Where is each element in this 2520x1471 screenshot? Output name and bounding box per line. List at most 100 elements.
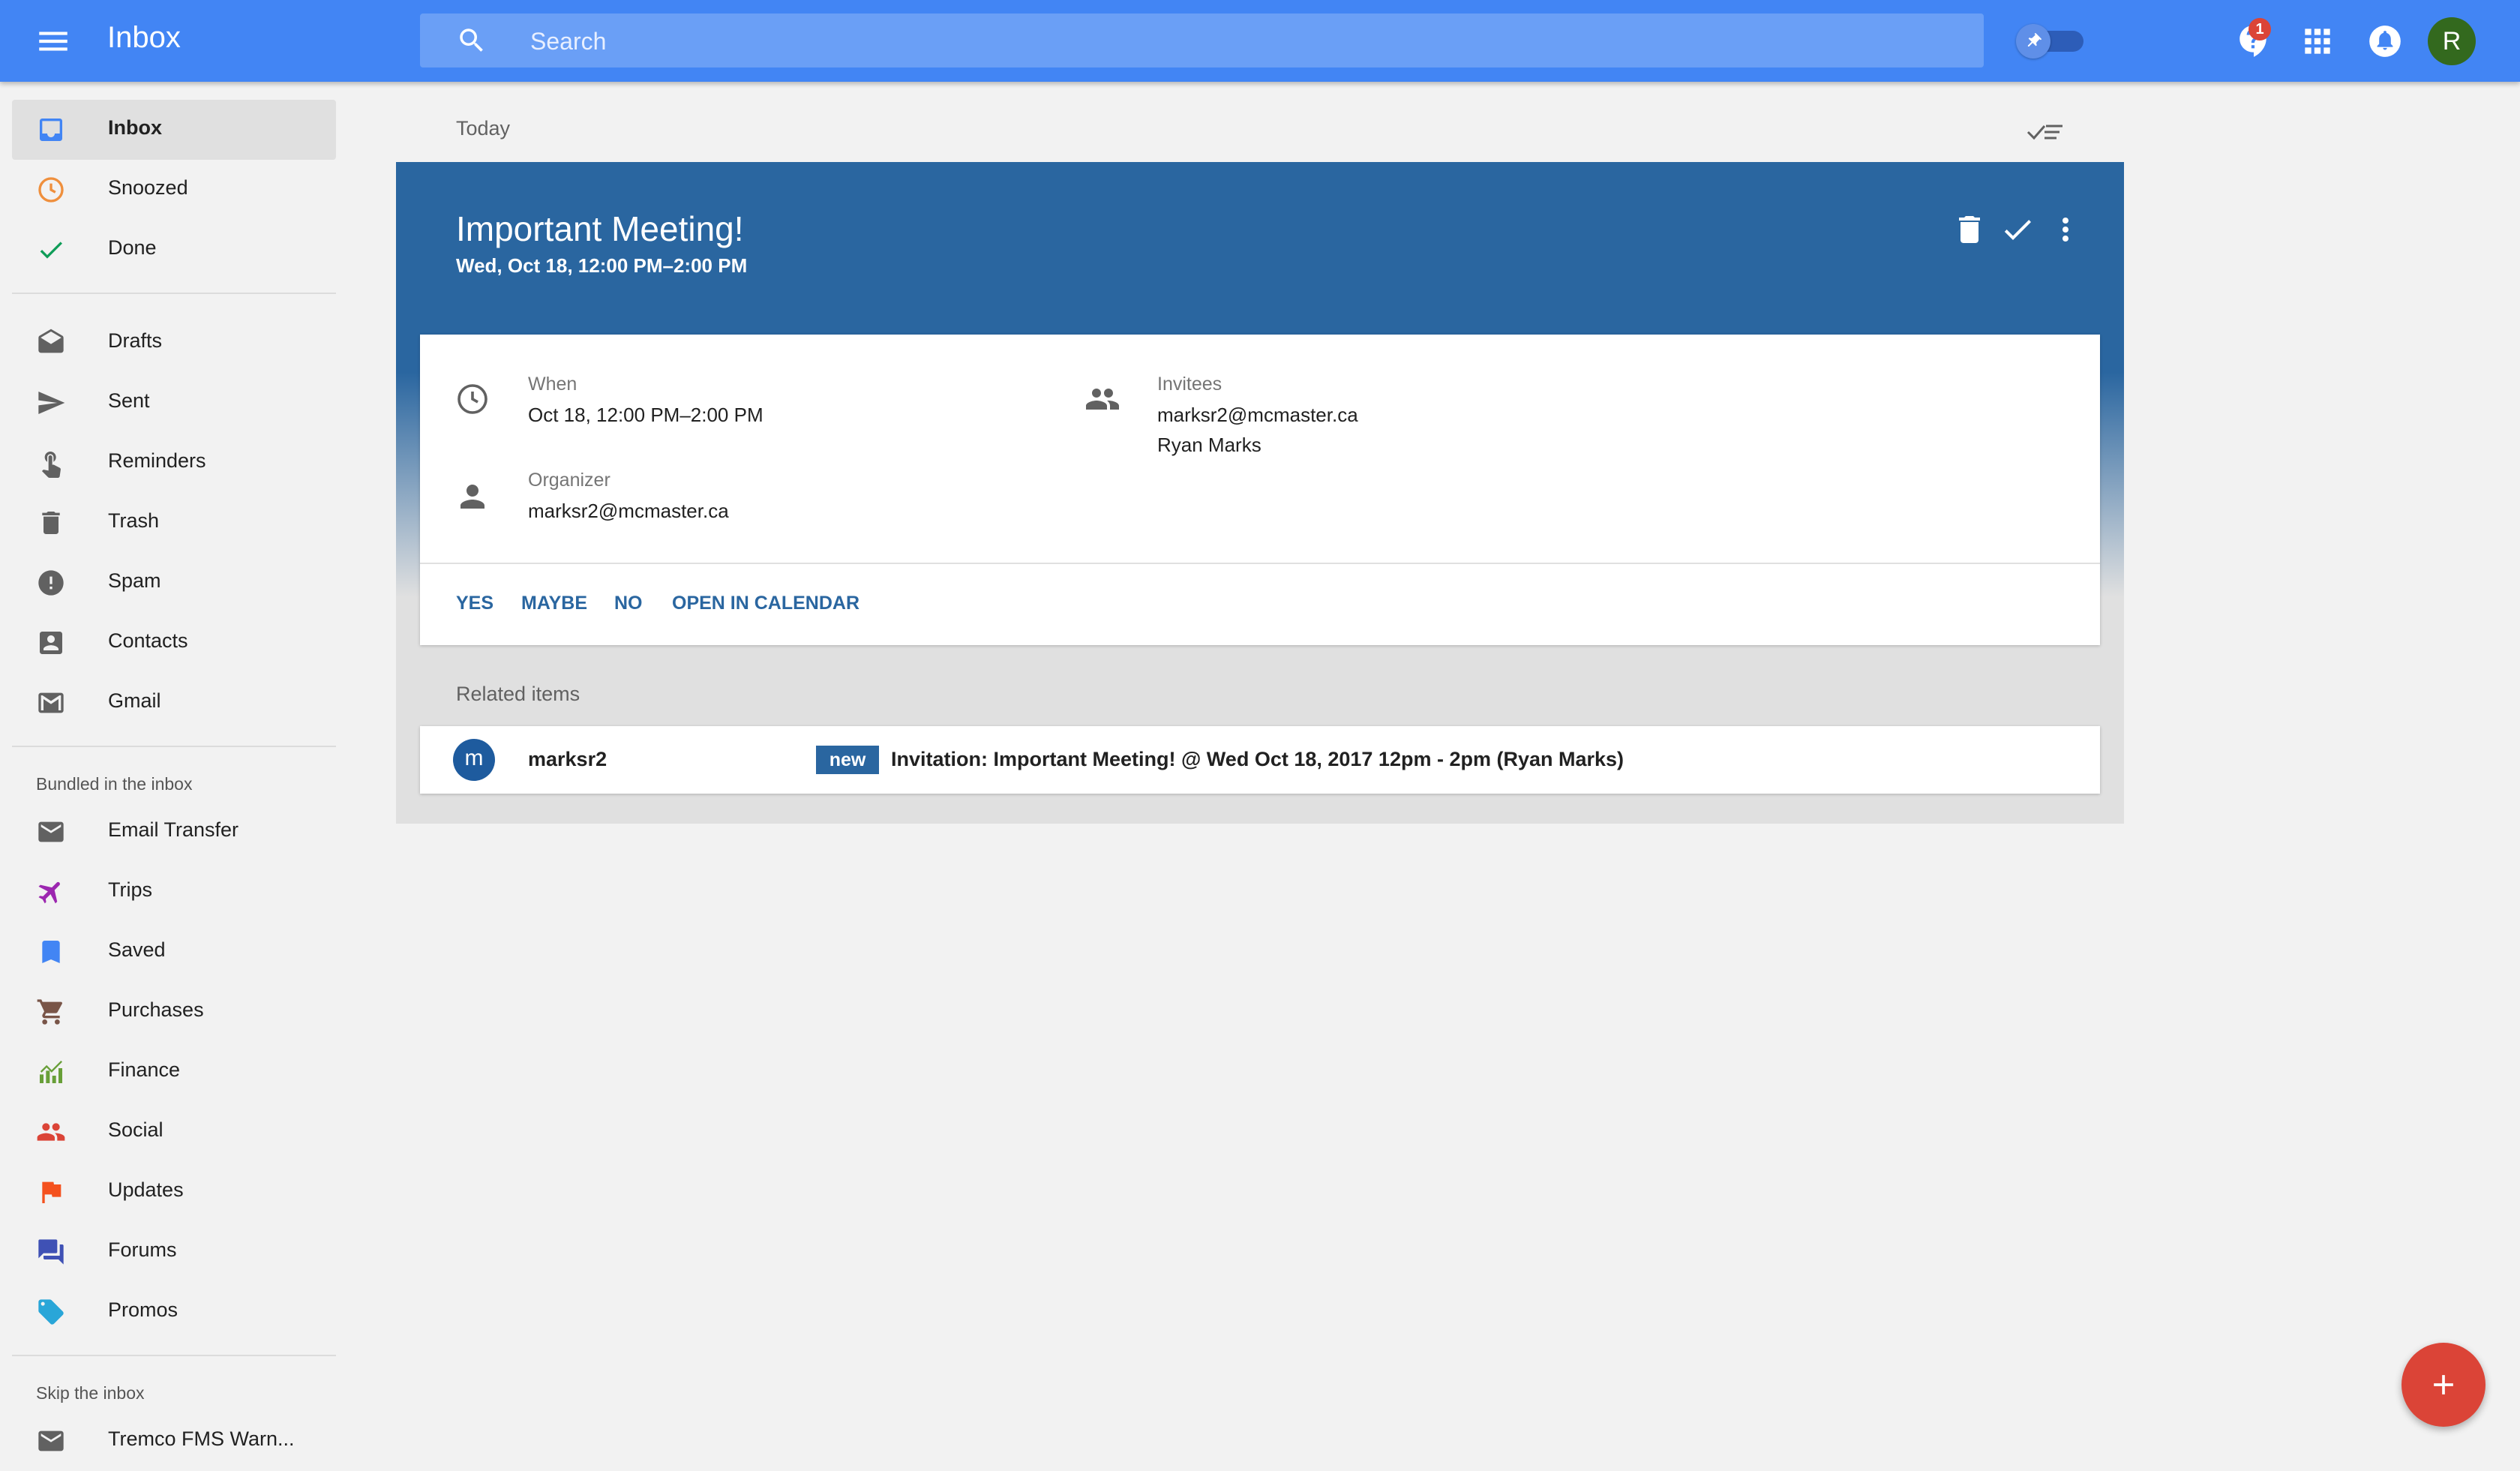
sidebar-item-label: Done xyxy=(108,236,157,259)
related-items-label: Related items xyxy=(456,683,580,705)
notification-count-badge: 1 xyxy=(2248,18,2271,41)
sender-avatar: m xyxy=(453,739,495,781)
sidebar-item-label: Forums xyxy=(108,1238,177,1261)
plus-icon xyxy=(2434,1375,2453,1394)
sidebar-item-contacts[interactable]: Contacts xyxy=(12,613,336,673)
sidebar-item-label: Spam xyxy=(108,569,161,592)
drafts-icon xyxy=(36,328,66,358)
notifications-bell-icon[interactable] xyxy=(2366,23,2404,60)
toggle-knob[interactable] xyxy=(2016,24,2050,59)
sidebar-item-label: Inbox xyxy=(108,116,162,139)
sidebar-item-finance[interactable]: Finance xyxy=(12,1042,336,1102)
sidebar-item-promos[interactable]: Promos xyxy=(12,1282,336,1342)
sidebar-item-updates[interactable]: Updates xyxy=(12,1162,336,1222)
inbox-icon xyxy=(36,115,66,145)
pinned-toggle[interactable] xyxy=(2016,24,2085,59)
app-title: Inbox xyxy=(107,21,181,54)
more-options-icon[interactable] xyxy=(2048,212,2084,248)
delete-icon[interactable] xyxy=(1952,212,1988,248)
when-value: Oct 18, 12:00 PM–2:00 PM xyxy=(528,404,764,426)
cart-icon xyxy=(36,997,66,1027)
bundled-section-label: Bundled in the inbox xyxy=(36,774,193,794)
sidebar-item-label: Tremco FMS Warn... xyxy=(108,1427,295,1450)
organizer-label: Organizer xyxy=(528,470,610,491)
sidebar-divider xyxy=(12,1355,336,1356)
skip-section-label: Skip the inbox xyxy=(36,1383,145,1403)
sidebar-item-snoozed[interactable]: Snoozed xyxy=(12,160,336,220)
sidebar-item-label: Snoozed xyxy=(108,176,188,199)
sidebar-item-label: Saved xyxy=(108,938,166,961)
people-icon xyxy=(36,1117,66,1147)
person-icon xyxy=(454,479,490,515)
bookmark-icon xyxy=(36,937,66,967)
sidebar-item-label: Purchases xyxy=(108,998,204,1021)
send-icon xyxy=(36,388,66,418)
new-badge: new xyxy=(816,746,879,774)
event-details-panel: When Oct 18, 12:00 PM–2:00 PM Organizer … xyxy=(420,335,2100,645)
sidebar-item-label: Promos xyxy=(108,1298,178,1321)
sidebar-item-label: Trash xyxy=(108,509,160,532)
gmail-icon xyxy=(36,688,66,718)
event-title: Important Meeting! xyxy=(456,209,744,248)
rsvp-yes-button[interactable]: YES xyxy=(456,593,494,614)
sidebar-item-gmail[interactable]: Gmail xyxy=(12,673,336,733)
day-section-label: Today xyxy=(456,117,511,140)
sidebar-item-forums[interactable]: Forums xyxy=(12,1222,336,1282)
invitee-item: marksr2@mcmaster.ca xyxy=(1157,404,1358,426)
search-icon[interactable] xyxy=(456,25,488,56)
sidebar-item-done[interactable]: Done xyxy=(12,220,336,280)
sidebar-item-saved[interactable]: Saved xyxy=(12,922,336,982)
search-bar[interactable] xyxy=(420,14,1984,69)
sidebar: Inbox Snoozed Done Drafts Sent Reminders xyxy=(0,82,345,1463)
related-item-row[interactable]: m marksr2 new Invitation: Important Meet… xyxy=(420,726,2100,794)
pin-icon xyxy=(2027,33,2042,47)
finance-chart-icon xyxy=(36,1057,66,1087)
contacts-icon xyxy=(36,628,66,658)
sidebar-item-drafts[interactable]: Drafts xyxy=(12,313,336,373)
sidebar-item-label: Social xyxy=(108,1118,164,1141)
avatar[interactable]: R xyxy=(2428,17,2476,65)
sidebar-item-label: Reminders xyxy=(108,449,206,472)
check-icon xyxy=(36,235,66,265)
sender-name: marksr2 xyxy=(528,748,608,770)
sidebar-item-spam[interactable]: Spam xyxy=(12,553,336,613)
mark-done-icon[interactable] xyxy=(2000,212,2036,248)
sidebar-item-label: Drafts xyxy=(108,329,163,352)
rsvp-maybe-button[interactable]: MAYBE xyxy=(521,593,587,614)
event-datetime: Wed, Oct 18, 12:00 PM–2:00 PM xyxy=(456,254,748,277)
reminder-hand-icon xyxy=(36,448,66,478)
sidebar-item-label: Contacts xyxy=(108,629,188,652)
compose-button[interactable] xyxy=(2402,1343,2486,1427)
forum-icon xyxy=(36,1237,66,1267)
sidebar-item-label: Updates xyxy=(108,1178,184,1201)
menu-icon[interactable] xyxy=(34,23,72,60)
message-subject: Invitation: Important Meeting! @ Wed Oct… xyxy=(891,748,1624,770)
invitees-label: Invitees xyxy=(1157,374,1222,395)
invitee-item: Ryan Marks xyxy=(1157,434,1262,456)
sidebar-item-label: Trips xyxy=(108,878,152,901)
flag-icon xyxy=(36,1177,66,1207)
sidebar-item-purchases[interactable]: Purchases xyxy=(12,982,336,1042)
sidebar-item-label: Gmail xyxy=(108,689,161,712)
sidebar-item-sent[interactable]: Sent xyxy=(12,373,336,433)
sidebar-item-label: Email Transfer xyxy=(108,818,239,841)
sidebar-item-social[interactable]: Social xyxy=(12,1102,336,1162)
rsvp-no-button[interactable]: NO xyxy=(614,593,643,614)
search-input[interactable] xyxy=(529,14,1957,69)
tag-icon xyxy=(36,1297,66,1327)
organizer-value: marksr2@mcmaster.ca xyxy=(528,500,729,522)
sidebar-item-label: Sent xyxy=(108,389,150,412)
sidebar-item-reminders[interactable]: Reminders xyxy=(12,433,336,493)
sidebar-item-inbox[interactable]: Inbox xyxy=(12,100,336,160)
sidebar-item-email-transfer[interactable]: Email Transfer xyxy=(12,802,336,862)
details-divider xyxy=(420,563,2100,564)
sidebar-item-trash[interactable]: Trash xyxy=(12,493,336,553)
mail-icon xyxy=(36,817,66,847)
sidebar-item-trips[interactable]: Trips xyxy=(12,862,336,922)
clock-icon xyxy=(36,175,66,205)
open-in-calendar-button[interactable]: OPEN IN CALENDAR xyxy=(672,593,860,614)
sidebar-item-tremco[interactable]: Tremco FMS Warn... xyxy=(12,1411,336,1471)
sweep-done-icon[interactable] xyxy=(2025,114,2066,147)
apps-grid-icon[interactable] xyxy=(2299,23,2336,60)
when-label: When xyxy=(528,374,578,395)
